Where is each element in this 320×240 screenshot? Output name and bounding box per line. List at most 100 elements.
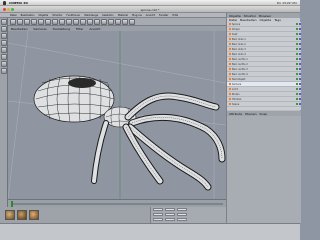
move-icon[interactable] — [1, 26, 7, 32]
visibility-icon[interactable] — [296, 78, 298, 80]
tag-icon[interactable] — [299, 48, 301, 50]
coord-field[interactable] — [165, 218, 175, 221]
cursor-icon[interactable] — [1, 19, 7, 25]
tag-icon[interactable] — [299, 88, 301, 90]
visibility-icon[interactable] — [296, 68, 298, 70]
object-row[interactable]: Szene — [227, 102, 301, 107]
visibility-icon[interactable] — [296, 93, 298, 95]
coord-field[interactable] — [177, 208, 187, 211]
tag-icon[interactable] — [299, 103, 301, 105]
visibility-icon[interactable] — [296, 58, 298, 60]
viewport[interactable] — [8, 31, 226, 199]
coord-field[interactable] — [153, 218, 163, 221]
attribute-tab[interactable]: Snap — [260, 112, 268, 116]
app-name[interactable]: CINEMA 4D — [9, 1, 28, 5]
menu-item[interactable]: Funktionen — [66, 14, 80, 17]
deformer-icon[interactable] — [108, 19, 114, 25]
visibility-icon[interactable] — [296, 23, 298, 25]
menu-item[interactable]: Struktur — [52, 14, 62, 17]
material-swatch[interactable] — [29, 210, 39, 220]
object-list[interactable]: Spinne Körper Kopf Bein links 1 Bein links 2… — [227, 22, 301, 110]
viewport-menu-item[interactable]: Kameras — [33, 27, 46, 31]
tag-icon[interactable] — [299, 93, 301, 95]
attribute-tab[interactable]: Ebenen — [245, 112, 256, 116]
cube-icon[interactable] — [87, 19, 93, 25]
rotate-icon[interactable] — [45, 19, 51, 25]
visibility-icon[interactable] — [296, 73, 298, 75]
visibility-icon[interactable] — [296, 28, 298, 30]
tag-icon[interactable] — [299, 98, 301, 100]
light-icon[interactable] — [129, 19, 135, 25]
visibility-icon[interactable] — [296, 83, 298, 85]
camera-icon[interactable] — [122, 19, 128, 25]
tag-icon[interactable] — [299, 28, 301, 30]
x-axis-icon[interactable] — [52, 19, 58, 25]
menu-item[interactable]: Ansicht — [146, 14, 155, 17]
scale-icon[interactable] — [38, 19, 44, 25]
tag-icon[interactable] — [299, 78, 301, 80]
viewport-menu-item[interactable]: Ansicht — [89, 27, 100, 31]
visibility-icon[interactable] — [296, 63, 298, 65]
timeline[interactable] — [8, 199, 226, 207]
tag-icon[interactable] — [299, 53, 301, 55]
deformer-icon[interactable] — [1, 68, 7, 74]
render-icon[interactable] — [1, 47, 7, 53]
coord-field[interactable] — [177, 213, 187, 216]
coord-field[interactable] — [153, 213, 163, 216]
tag-icon[interactable] — [299, 73, 301, 75]
visibility-icon[interactable] — [296, 53, 298, 55]
dock[interactable] — [0, 223, 300, 240]
tag-icon[interactable] — [299, 68, 301, 70]
array-icon[interactable] — [101, 19, 107, 25]
scene-icon[interactable] — [115, 19, 121, 25]
viewport-menu-item[interactable]: Filter — [76, 27, 83, 31]
light-icon[interactable] — [1, 61, 7, 67]
panel-tab[interactable]: Objekte — [229, 14, 241, 18]
apple-icon[interactable] — [3, 1, 6, 5]
attribute-panel[interactable] — [227, 116, 301, 223]
z-axis-icon[interactable] — [66, 19, 72, 25]
tag-icon[interactable] — [299, 43, 301, 45]
coord-field[interactable] — [153, 208, 163, 211]
visibility-icon[interactable] — [296, 33, 298, 35]
attribute-tab[interactable]: Attribute — [229, 112, 242, 116]
visibility-icon[interactable] — [296, 43, 298, 45]
visibility-icon[interactable] — [296, 88, 298, 90]
visibility-icon[interactable] — [296, 38, 298, 40]
menu-item[interactable]: Selektion — [102, 14, 114, 17]
tag-icon[interactable] — [299, 38, 301, 40]
move-icon[interactable] — [31, 19, 37, 25]
scale-icon[interactable] — [1, 33, 7, 39]
undo-icon[interactable] — [10, 19, 16, 25]
visibility-icon[interactable] — [296, 98, 298, 100]
coord-field[interactable] — [165, 208, 175, 211]
panel-tab[interactable]: Struktur — [244, 14, 256, 18]
timeline-track[interactable] — [11, 203, 223, 205]
cursor-icon[interactable] — [24, 19, 30, 25]
menu-item[interactable]: Objekte — [38, 14, 48, 17]
coord-field[interactable] — [177, 218, 187, 221]
panel-tab[interactable]: Browser — [259, 14, 271, 18]
menu-item[interactable]: Bearbeiten — [21, 14, 35, 17]
coord-field[interactable] — [165, 213, 175, 216]
menu-item[interactable]: Datei — [10, 14, 17, 17]
redo-icon[interactable] — [17, 19, 23, 25]
tag-icon[interactable] — [299, 58, 301, 60]
tag-icon[interactable] — [299, 23, 301, 25]
viewport-menu-item[interactable]: Darstellung — [53, 27, 70, 31]
visibility-icon[interactable] — [296, 48, 298, 50]
y-axis-icon[interactable] — [59, 19, 65, 25]
render-settings-icon[interactable] — [80, 19, 86, 25]
viewport-menu-item[interactable]: Bearbeiten — [11, 27, 27, 31]
viewport-canvas[interactable] — [8, 31, 226, 199]
clock[interactable]: Do 13:22 Uhr — [277, 1, 297, 5]
tag-icon[interactable] — [299, 33, 301, 35]
render-icon[interactable] — [73, 19, 79, 25]
material-swatch[interactable] — [5, 210, 15, 220]
visibility-icon[interactable] — [296, 103, 298, 105]
material-swatch[interactable] — [17, 210, 27, 220]
tag-icon[interactable] — [299, 83, 301, 85]
tag-icon[interactable] — [299, 63, 301, 65]
menu-item[interactable]: Fenster — [159, 14, 168, 17]
rotate-icon[interactable] — [1, 40, 7, 46]
